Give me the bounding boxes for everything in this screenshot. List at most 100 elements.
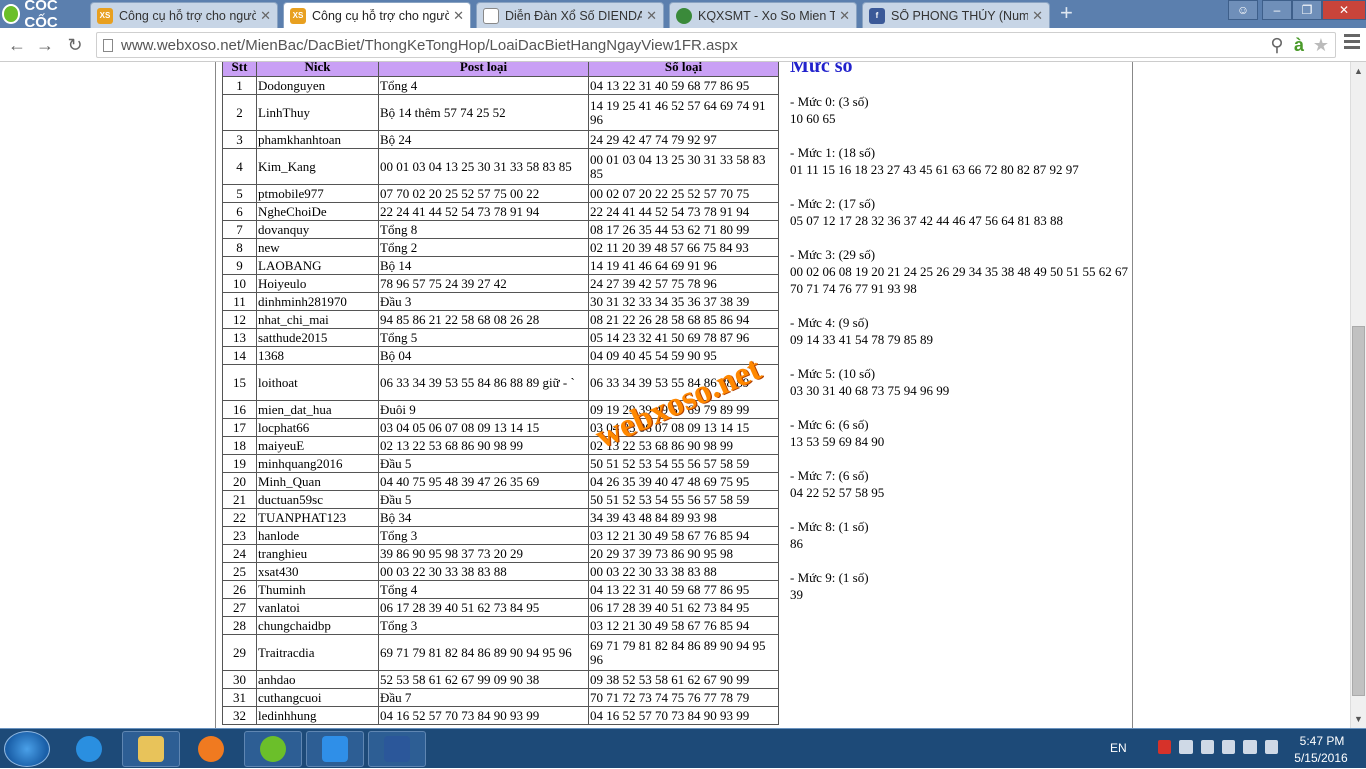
word-button[interactable] — [368, 731, 426, 767]
muc-group: - Mức 6: (6 số) 13 53 59 69 84 90 — [790, 416, 1130, 450]
tab-2[interactable]: XS Công cụ hỗ trợ cho người ✕ — [283, 2, 471, 28]
battery-icon[interactable] — [1221, 740, 1236, 754]
new-tab-button[interactable]: + — [1060, 2, 1080, 24]
cell-post: 00 01 03 04 13 25 30 31 33 58 83 85 — [378, 148, 589, 185]
explorer-button[interactable] — [122, 731, 180, 767]
table-row: 26 Thuminh Tổng 4 04 13 22 31 40 59 68 77 8… — [222, 580, 779, 599]
media-icon — [198, 736, 224, 762]
cell-stt: 32 — [222, 706, 257, 725]
xoso-favicon-icon: XS — [290, 7, 306, 24]
cell-post: Bộ 04 — [378, 346, 589, 365]
tab-label: KQXSMT - Xo So Mien Tru — [698, 8, 836, 23]
muc-numbers: 09 14 33 41 54 78 79 85 89 — [790, 332, 933, 347]
cell-so: 04 13 22 31 40 59 68 77 86 95 — [588, 76, 779, 95]
muc-numbers: 10 60 65 — [790, 111, 836, 126]
table-row: 31 cuthangcuoi Đầu 7 70 71 72 73 74 75 76 7… — [222, 688, 779, 707]
tab-1[interactable]: XS Công cụ hỗ trợ cho người ✕ — [90, 2, 278, 28]
cell-stt: 21 — [222, 490, 257, 509]
cell-so: 24 29 42 47 74 79 92 97 — [588, 130, 779, 149]
cell-so: 09 38 52 53 58 61 62 67 90 99 — [588, 670, 779, 689]
cell-nick: TUANPHAT123 — [256, 508, 379, 527]
table-row: 5 ptmobile977 07 70 02 20 25 52 57 75 00 2… — [222, 184, 779, 203]
cell-post: 06 33 34 39 53 55 84 86 88 89 giữ - ` — [378, 364, 589, 401]
coccoc-button[interactable] — [244, 731, 302, 767]
table-row: 27 vanlatoi 06 17 28 39 40 51 62 73 84 95 0… — [222, 598, 779, 617]
clock-date[interactable]: 5/15/2016 — [1280, 751, 1362, 765]
account-button[interactable]: ☺ — [1228, 0, 1258, 20]
cell-so: 50 51 52 53 54 55 56 57 58 59 — [588, 490, 779, 509]
cell-so: 04 16 52 57 70 73 84 90 93 99 — [588, 706, 779, 725]
cell-stt: 9 — [222, 256, 257, 275]
cell-stt: 5 — [222, 184, 257, 203]
cell-nick: phamkhanhtoan — [256, 130, 379, 149]
url-input[interactable]: www.webxoso.net/MienBac/DacBiet/ThongKeT… — [96, 32, 1336, 58]
muc-numbers: 86 — [790, 536, 803, 551]
antivirus-icon[interactable] — [1158, 740, 1172, 754]
windows-taskbar: EN 5:47 PM 5/15/2016 — [0, 728, 1366, 768]
close-icon[interactable]: ✕ — [260, 8, 271, 24]
table-row: 11 dinhminh281970 Đầu 3 30 31 32 33 34 35 3… — [222, 292, 779, 311]
cell-post: 69 71 79 81 82 84 86 89 90 94 95 96 — [378, 634, 589, 671]
cell-stt: 18 — [222, 436, 257, 455]
cell-nick: locphat66 — [256, 418, 379, 437]
vertical-scrollbar[interactable]: ▲ ▼ — [1350, 62, 1366, 728]
bookmark-star-icon[interactable]: ★ — [1310, 34, 1332, 56]
tab-3[interactable]: Diễn Đàn Xổ Số DIENDAN ✕ — [476, 2, 664, 28]
page-icon — [483, 7, 499, 24]
maximize-button[interactable]: ❐ — [1292, 0, 1322, 20]
close-icon[interactable]: ✕ — [1032, 8, 1043, 24]
table-row: 9 LAOBANG Bộ 14 14 19 41 46 64 69 91 96 — [222, 256, 779, 275]
cell-nick: maiyeuE — [256, 436, 379, 455]
flag-icon[interactable] — [1200, 740, 1214, 754]
cell-stt: 27 — [222, 598, 257, 617]
minimize-button[interactable]: – — [1262, 0, 1292, 20]
scroll-up-icon[interactable]: ▲ — [1354, 66, 1363, 76]
cell-post: Đầu 5 — [378, 454, 589, 473]
ie-button[interactable] — [60, 731, 118, 767]
tab-4[interactable]: KQXSMT - Xo So Mien Tru ✕ — [669, 2, 857, 28]
volume-icon[interactable] — [1264, 740, 1278, 754]
page-border-left — [215, 62, 216, 728]
tray-expand-icon[interactable] — [1179, 740, 1193, 754]
table-row: 6 NgheChoiDe 22 24 41 44 52 54 73 78 91 94… — [222, 202, 779, 221]
media-button[interactable] — [182, 731, 240, 767]
language-indicator[interactable]: EN — [1110, 741, 1127, 755]
forward-button[interactable]: → — [34, 34, 56, 56]
address-bar-row: ← → ↻ www.webxoso.net/MienBac/DacBiet/Th… — [0, 28, 1366, 62]
close-icon[interactable]: ✕ — [839, 8, 850, 24]
header-nick: Nick — [256, 62, 379, 77]
coccoc-translate-icon[interactable]: à — [1288, 34, 1310, 56]
close-window-button[interactable]: ✕ — [1322, 0, 1366, 20]
cell-stt: 13 — [222, 328, 257, 347]
close-icon[interactable]: ✕ — [453, 8, 464, 24]
muc-numbers: 00 02 06 08 19 20 21 24 25 26 29 34 35 3… — [790, 264, 1128, 296]
cell-post: 07 70 02 20 25 52 57 75 00 22 — [378, 184, 589, 203]
cell-stt: 29 — [222, 634, 257, 671]
cell-stt: 7 — [222, 220, 257, 239]
tab-5[interactable]: f SỐ PHONG THỦY (Numer ✕ — [862, 2, 1050, 28]
facebook-icon: f — [869, 7, 885, 24]
menu-icon[interactable] — [1344, 34, 1360, 50]
network-icon[interactable] — [1243, 740, 1257, 754]
cell-stt: 23 — [222, 526, 257, 545]
reload-button[interactable]: ↻ — [64, 34, 86, 56]
muc-group: - Mức 8: (1 số) 86 — [790, 518, 1130, 552]
start-button[interactable] — [4, 731, 50, 767]
cell-nick: ptmobile977 — [256, 184, 379, 203]
cell-post: Bộ 24 — [378, 130, 589, 149]
zoom-icon[interactable]: ⚲ — [1266, 34, 1288, 56]
close-icon[interactable]: ✕ — [646, 8, 657, 24]
clock-time[interactable]: 5:47 PM — [1292, 734, 1352, 748]
cell-so: 00 02 07 20 22 25 52 57 70 75 — [588, 184, 779, 203]
cell-stt: 11 — [222, 292, 257, 311]
table-row: 12 nhat_chi_mai 94 85 86 21 22 58 68 08 26… — [222, 310, 779, 329]
cell-post: Tổng 8 — [378, 220, 589, 239]
back-button[interactable]: ← — [6, 34, 28, 56]
cell-so: 00 01 03 04 13 25 30 31 33 58 83 85 — [588, 148, 779, 185]
browser-brand[interactable]: CỐC CỐC — [2, 0, 88, 31]
cell-stt: 16 — [222, 400, 257, 419]
zalo-button[interactable] — [306, 731, 364, 767]
header-post: Post loại — [378, 62, 589, 77]
scroll-thumb[interactable] — [1352, 326, 1365, 696]
scroll-down-icon[interactable]: ▼ — [1354, 714, 1363, 724]
